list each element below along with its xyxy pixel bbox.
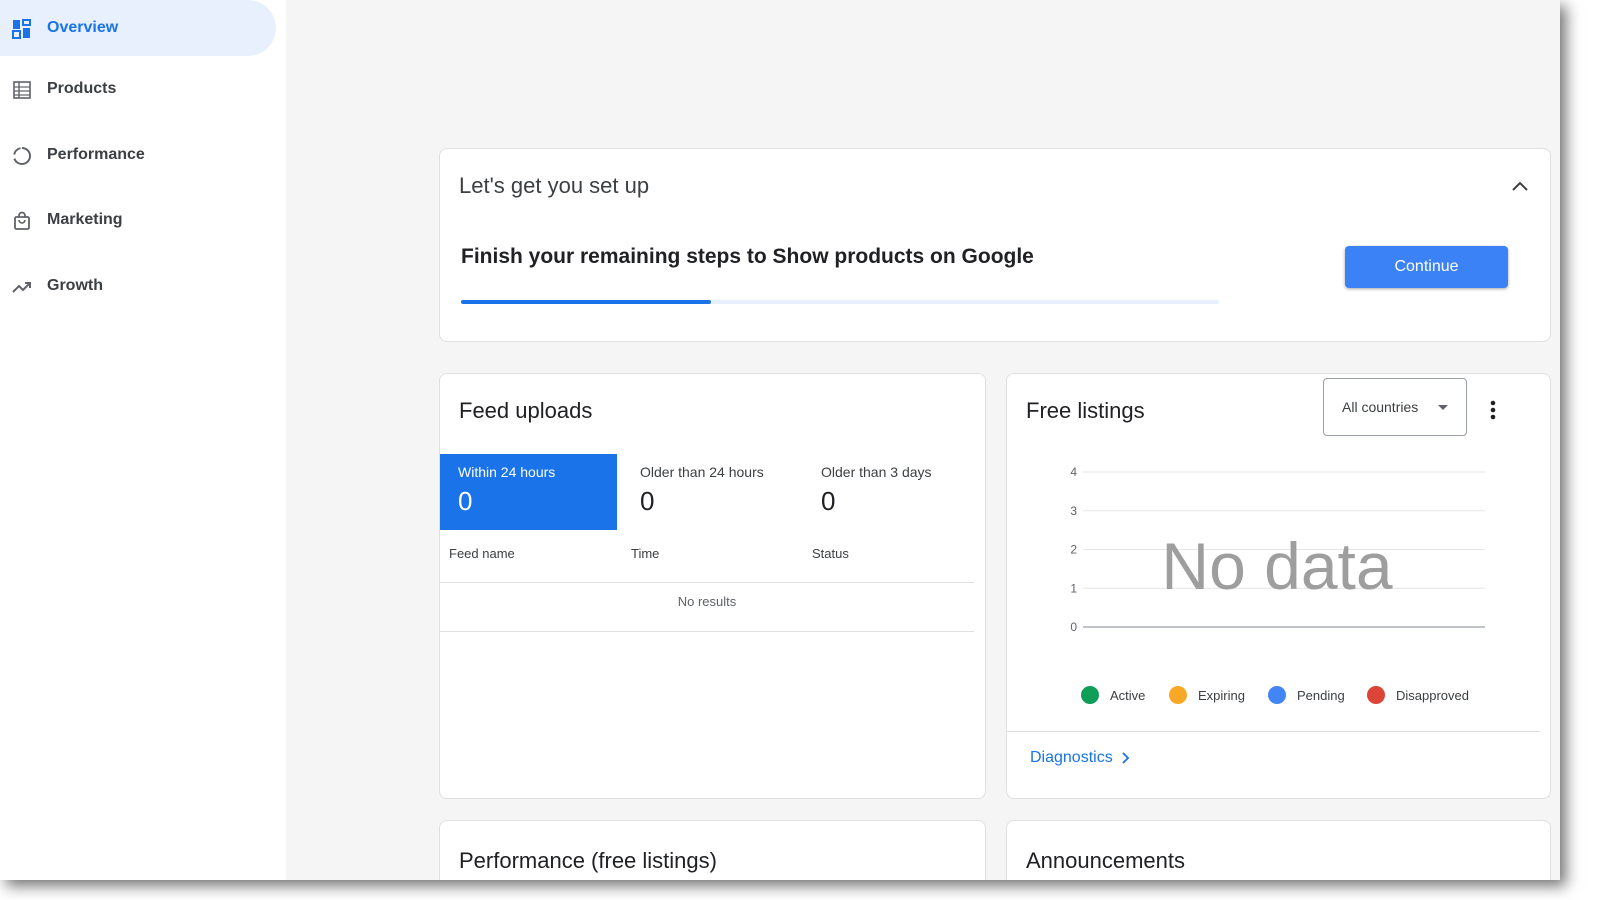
sidebar-item-label: Products bbox=[47, 80, 117, 97]
legend-dot bbox=[1081, 686, 1099, 704]
divider bbox=[440, 631, 974, 632]
shopping-bag-icon bbox=[11, 210, 33, 232]
sidebar-item-performance[interactable]: Performance bbox=[0, 127, 276, 183]
performance-title: Performance (free listings) bbox=[459, 848, 717, 873]
setup-progress-bar bbox=[461, 300, 1219, 304]
sidebar-item-products[interactable]: Products bbox=[0, 61, 276, 117]
circle-progress-icon bbox=[11, 145, 33, 167]
tab-label: Within 24 hours bbox=[458, 464, 556, 480]
feed-uploads-card: Feed uploads Within 24 hours 0 Older tha… bbox=[439, 373, 986, 799]
tab-count: 0 bbox=[821, 486, 836, 516]
y-tick-label: 2 bbox=[1070, 543, 1077, 557]
list-icon bbox=[11, 79, 33, 101]
sidebar-item-label: Overview bbox=[47, 19, 119, 36]
legend-dot bbox=[1367, 686, 1385, 704]
tab-count: 0 bbox=[458, 486, 473, 516]
dashboard-icon bbox=[11, 18, 33, 40]
chevron-up-icon bbox=[1512, 181, 1528, 191]
divider bbox=[440, 582, 974, 583]
legend-label: Expiring bbox=[1198, 687, 1245, 703]
trending-up-icon bbox=[11, 276, 33, 298]
tab-older-than-3-days[interactable]: Older than 3 days 0 bbox=[803, 454, 980, 530]
column-header-time: Time bbox=[631, 546, 660, 561]
setup-card: Let's get you set up Finish your remaini… bbox=[439, 148, 1551, 342]
diagnostics-link[interactable]: Diagnostics bbox=[1030, 749, 1133, 767]
collapse-button[interactable] bbox=[1508, 175, 1532, 199]
legend-dot bbox=[1169, 686, 1187, 704]
setup-title: Let's get you set up bbox=[459, 173, 650, 198]
no-data-label: No data bbox=[1161, 529, 1392, 603]
tab-label: Older than 3 days bbox=[821, 464, 932, 480]
app-frame: Overview Products Performance Marketing … bbox=[0, 0, 1560, 880]
free-listings-card: Free listings All countries 43210 No dat… bbox=[1006, 373, 1551, 799]
sidebar: Overview Products Performance Marketing … bbox=[0, 0, 286, 880]
column-header-status: Status bbox=[812, 546, 849, 561]
legend-label: Active bbox=[1110, 687, 1146, 703]
sidebar-item-label: Growth bbox=[47, 277, 103, 294]
legend-item-expiring: Expiring bbox=[1169, 686, 1245, 704]
tab-older-than-24-hours[interactable]: Older than 24 hours 0 bbox=[622, 454, 799, 530]
y-tick-label: 3 bbox=[1070, 504, 1077, 518]
diagnostics-label: Diagnostics bbox=[1030, 749, 1113, 766]
legend-item-pending: Pending bbox=[1268, 686, 1345, 704]
tab-within-24-hours[interactable]: Within 24 hours 0 bbox=[440, 454, 617, 530]
listings-chart: 4 3 2 1 0 No data bbox=[1070, 465, 1485, 634]
y-tick-label: 1 bbox=[1070, 581, 1077, 595]
divider bbox=[1007, 731, 1541, 732]
legend-item-active: Active bbox=[1081, 686, 1145, 704]
sidebar-item-marketing[interactable]: Marketing bbox=[0, 192, 276, 248]
legend-label: Pending bbox=[1297, 687, 1345, 703]
y-tick-label: 4 bbox=[1070, 465, 1077, 479]
announcements-title: Announcements bbox=[1026, 848, 1185, 873]
feed-uploads-title: Feed uploads bbox=[459, 398, 593, 423]
sidebar-item-label: Performance bbox=[47, 146, 145, 163]
announcements-card: Announcements bbox=[1006, 820, 1551, 880]
sidebar-item-label: Marketing bbox=[47, 211, 123, 228]
legend-label: Disapproved bbox=[1396, 687, 1469, 703]
setup-message: Finish your remaining steps to Show prod… bbox=[461, 245, 1034, 268]
sidebar-item-growth[interactable]: Growth bbox=[0, 258, 276, 314]
setup-progress-fill bbox=[461, 300, 712, 304]
tab-label: Older than 24 hours bbox=[640, 464, 764, 480]
legend-dot bbox=[1268, 686, 1286, 704]
tab-count: 0 bbox=[640, 486, 655, 516]
sidebar-item-overview[interactable]: Overview bbox=[0, 0, 276, 56]
column-header-feed-name: Feed name bbox=[449, 546, 515, 561]
chevron-right-icon bbox=[1122, 752, 1129, 764]
y-tick-label: 0 bbox=[1070, 620, 1077, 634]
performance-card: Performance (free listings) bbox=[439, 820, 986, 880]
empty-results-text: No results bbox=[677, 594, 737, 609]
legend-item-disapproved: Disapproved bbox=[1367, 686, 1469, 704]
continue-button[interactable]: Continue bbox=[1345, 246, 1508, 288]
